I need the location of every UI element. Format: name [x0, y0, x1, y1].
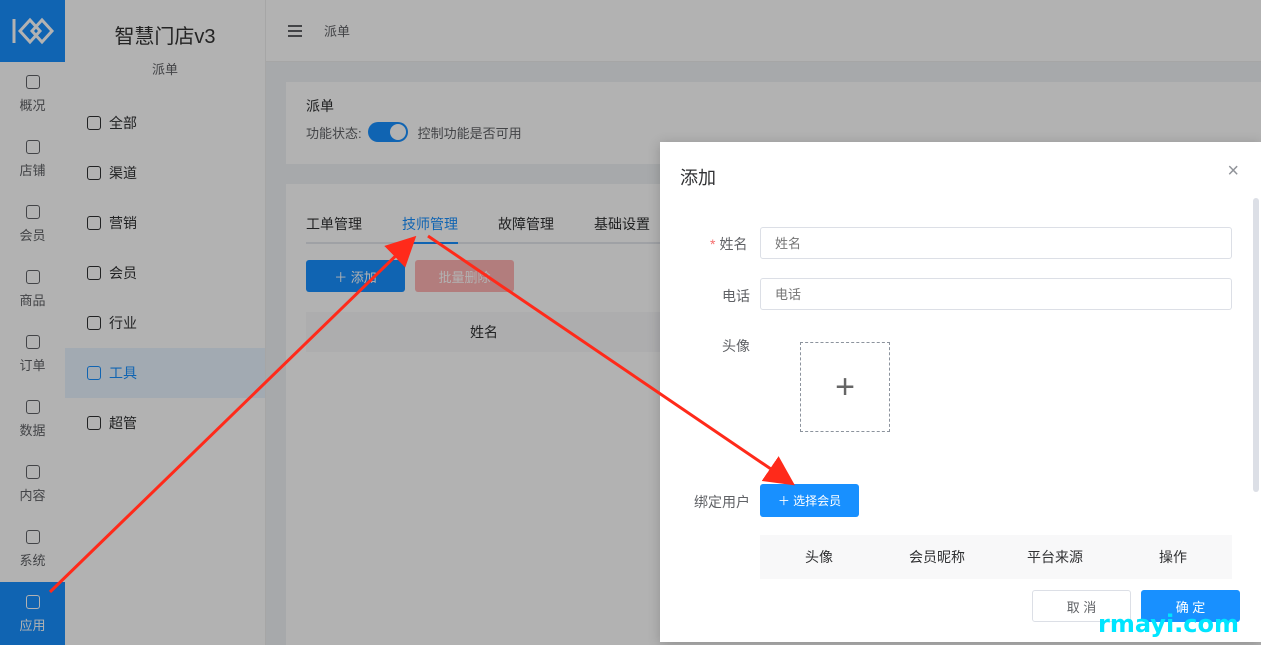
- watermark: rmayi.com: [1098, 610, 1240, 638]
- arrow-to-select-member: [427, 234, 795, 486]
- annotation-arrows: [48, 234, 795, 594]
- arrow-to-technician-tab: [48, 235, 417, 594]
